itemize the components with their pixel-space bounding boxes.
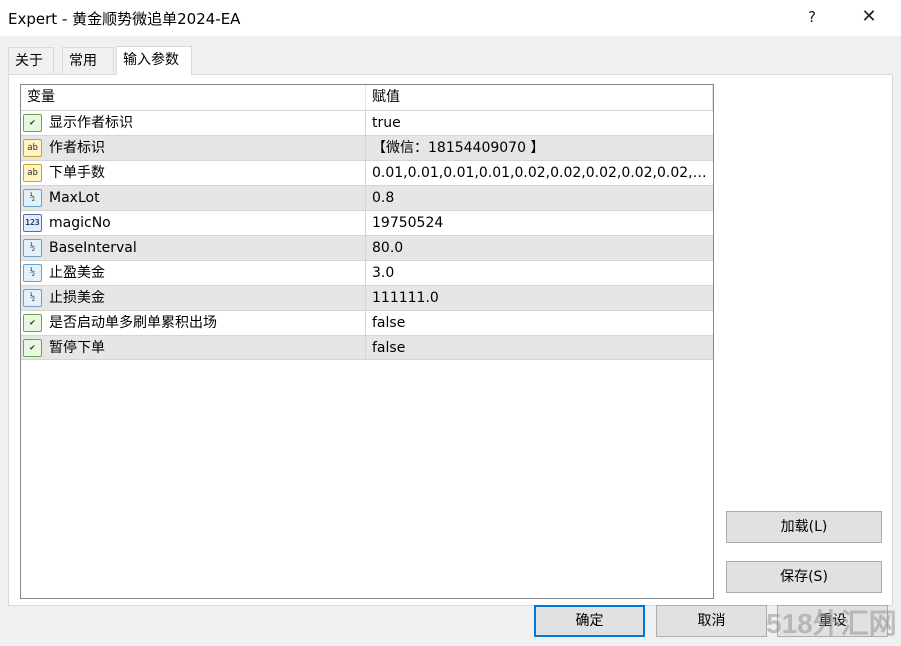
name-cell: ✔ 暂停下单 (21, 336, 366, 360)
int-icon: 123 (23, 214, 42, 232)
table-row[interactable]: ½ BaseInterval 80.0 (21, 235, 713, 260)
param-name: 暂停下单 (49, 340, 105, 356)
watermark: 518外汇网 (766, 608, 897, 639)
window-title: Expert - 黄金顺势微追单2024-EA (8, 10, 241, 28)
param-value[interactable]: 111111.0 (372, 286, 710, 310)
name-cell: ✔ 显示作者标识 (21, 111, 366, 135)
param-name: magicNo (49, 215, 111, 231)
double-icon: ½ (23, 264, 42, 282)
table-row[interactable]: ab 下单手数 0.01,0.01,0.01,0.01,0.02,0.02,0.… (21, 160, 713, 185)
param-name: BaseInterval (49, 240, 137, 256)
load-button[interactable]: 加载(L) (726, 511, 882, 543)
help-button[interactable]: ? (796, 2, 828, 32)
bool-icon: ✔ (23, 314, 42, 332)
name-cell: ab 下单手数 (21, 161, 366, 185)
grid-header: 变量 赋值 (21, 85, 713, 110)
param-name: 显示作者标识 (49, 115, 133, 131)
name-cell: 123 magicNo (21, 211, 366, 235)
table-row[interactable]: ½ MaxLot 0.8 (21, 185, 713, 210)
column-header-value[interactable]: 赋值 (366, 85, 713, 110)
save-button[interactable]: 保存(S) (726, 561, 882, 593)
tab-common[interactable]: 常用 (62, 47, 114, 73)
name-cell: ½ MaxLot (21, 186, 366, 210)
param-value[interactable]: false (372, 336, 710, 360)
cancel-button[interactable]: 取消 (656, 605, 767, 637)
param-value[interactable]: 0.8 (372, 186, 710, 210)
param-name: 止盈美金 (49, 265, 105, 281)
double-icon: ½ (23, 239, 42, 257)
table-row[interactable]: ✔ 暂停下单 false (21, 335, 713, 360)
bool-icon: ✔ (23, 114, 42, 132)
ok-button[interactable]: 确定 (534, 605, 645, 637)
table-row[interactable]: ab 作者标识 【微信：18154409070 】 (21, 135, 713, 160)
double-icon: ½ (23, 189, 42, 207)
param-value[interactable]: false (372, 311, 710, 335)
param-name: 下单手数 (49, 165, 105, 181)
param-name: 止损美金 (49, 290, 105, 306)
name-cell: ½ 止损美金 (21, 286, 366, 310)
param-value[interactable]: 19750524 (372, 211, 710, 235)
table-row[interactable]: ✔ 显示作者标识 true (21, 110, 713, 135)
name-cell: ✔ 是否启动单多刷单累积出场 (21, 311, 366, 335)
title-bar: Expert - 黄金顺势微追单2024-EA ? ✕ (0, 0, 901, 36)
table-row[interactable]: ½ 止盈美金 3.0 (21, 260, 713, 285)
name-cell: ab 作者标识 (21, 136, 366, 160)
param-name: 作者标识 (49, 140, 105, 156)
double-icon: ½ (23, 289, 42, 307)
inputs-grid: 变量 赋值 ✔ 显示作者标识 true ab 作者标识 【微信：18154409… (20, 84, 714, 599)
param-value[interactable]: 80.0 (372, 236, 710, 260)
column-header-variable[interactable]: 变量 (21, 85, 366, 110)
param-name: MaxLot (49, 190, 100, 206)
param-value[interactable]: 3.0 (372, 261, 710, 285)
table-row[interactable]: ✔ 是否启动单多刷单累积出场 false (21, 310, 713, 335)
param-value[interactable]: true (372, 111, 710, 135)
name-cell: ½ 止盈美金 (21, 261, 366, 285)
param-value[interactable]: 0.01,0.01,0.01,0.01,0.02,0.02,0.02,0.02,… (372, 161, 710, 185)
close-button[interactable]: ✕ (851, 2, 887, 32)
string-icon: ab (23, 164, 42, 182)
name-cell: ½ BaseInterval (21, 236, 366, 260)
table-row[interactable]: 123 magicNo 19750524 (21, 210, 713, 235)
tab-about[interactable]: 关于 (8, 47, 54, 73)
param-name: 是否启动单多刷单累积出场 (49, 315, 217, 331)
bool-icon: ✔ (23, 339, 42, 357)
param-value[interactable]: 【微信：18154409070 】 (372, 136, 710, 160)
tab-inputs[interactable]: 输入参数 (116, 46, 192, 75)
table-row[interactable]: ½ 止损美金 111111.0 (21, 285, 713, 310)
string-icon: ab (23, 139, 42, 157)
